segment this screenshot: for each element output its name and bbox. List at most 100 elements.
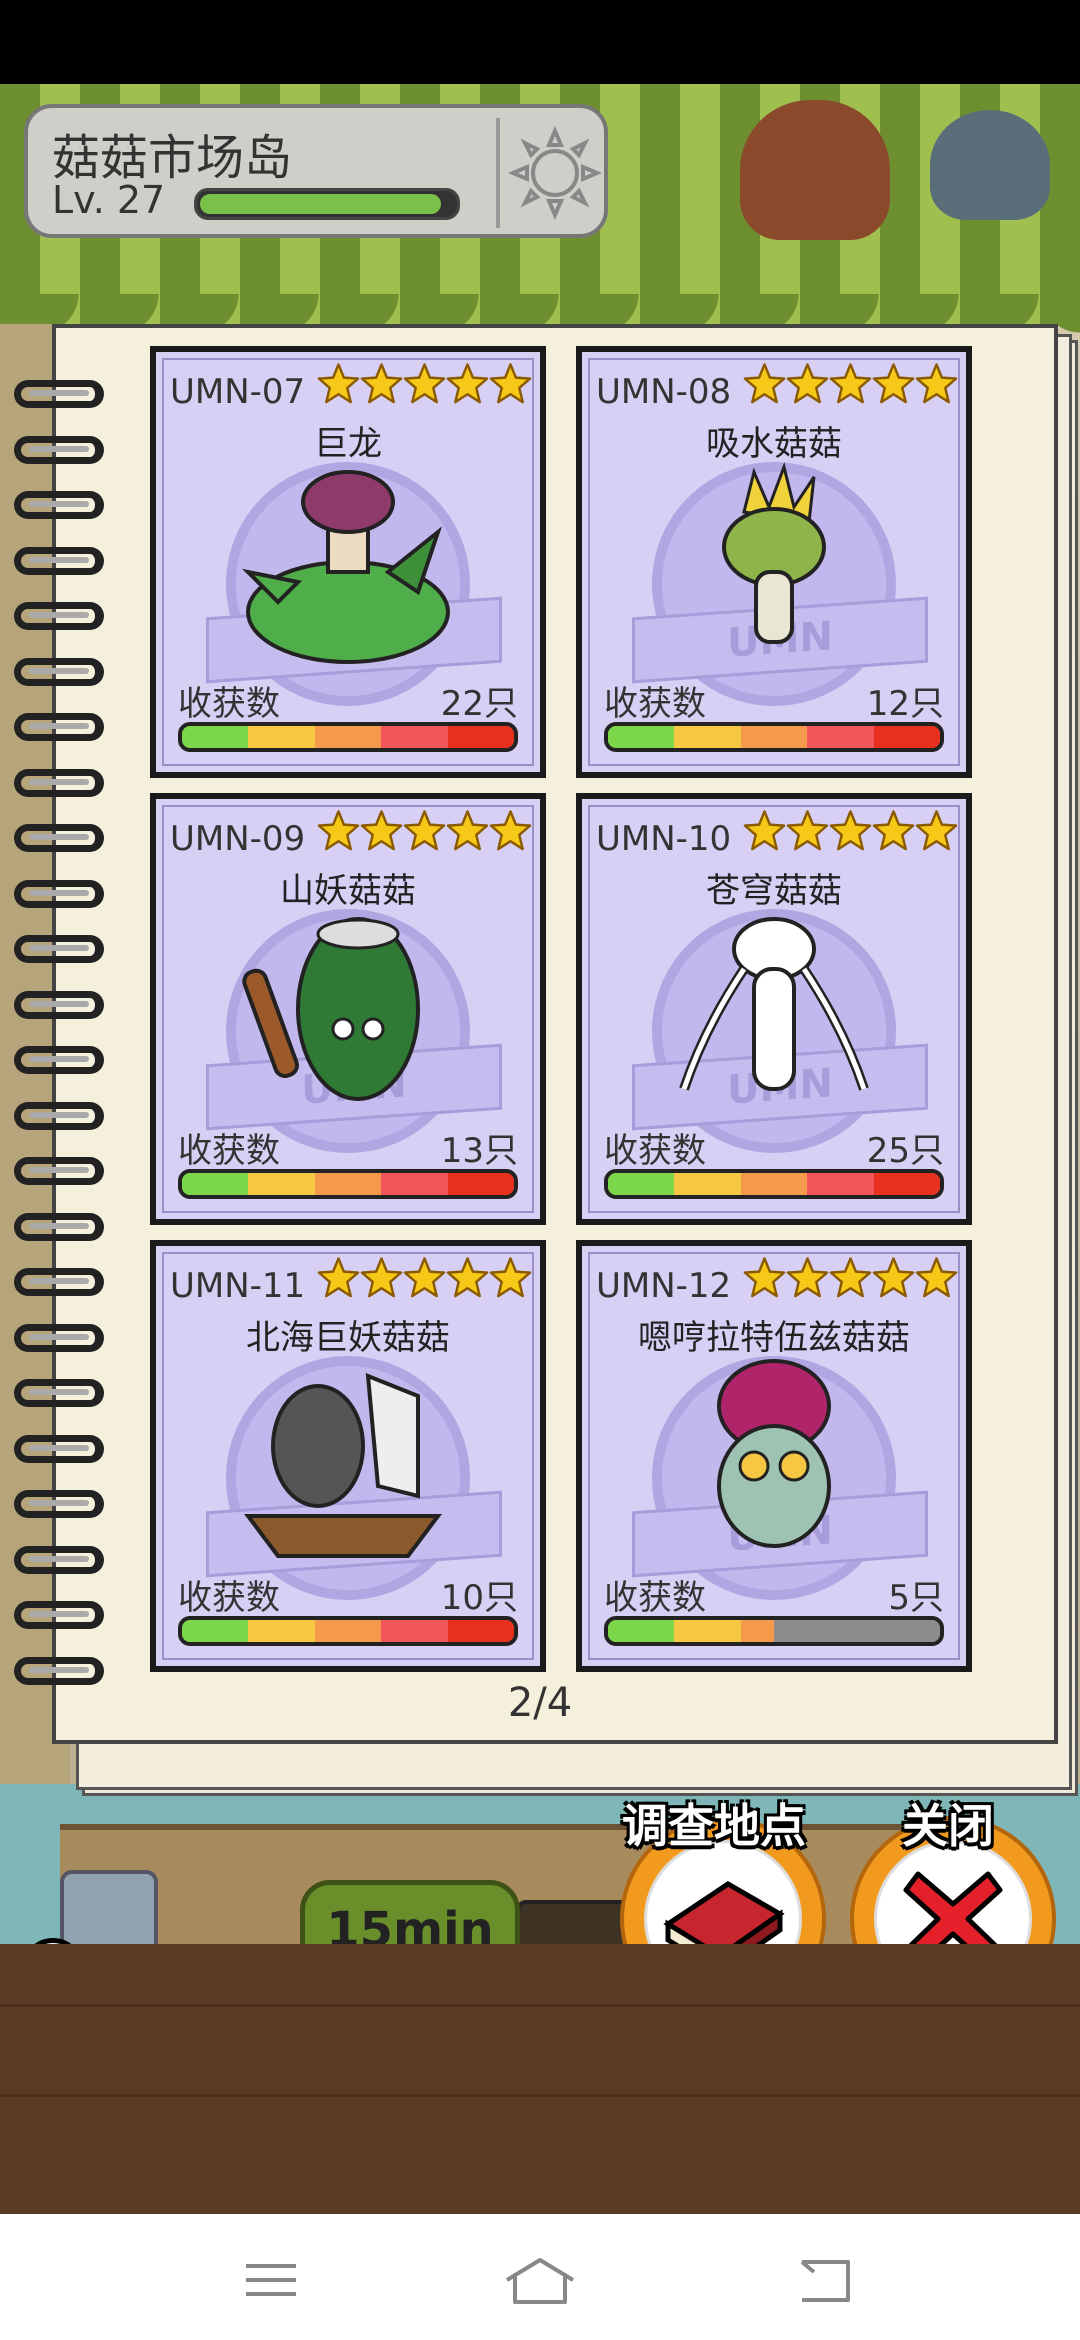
page-indicator: 2/4 [507, 1680, 573, 1726]
harvest-bar-segment [381, 1173, 448, 1195]
harvest-bar-segment [873, 726, 940, 748]
mushroom-card[interactable]: UMNUMN-08吸水菇菇收获数12只 [576, 346, 972, 778]
harvest-count: 22只 [440, 684, 518, 724]
harvest-bar-segment [381, 726, 448, 748]
star-icon [872, 1257, 915, 1298]
spiral-ring [14, 380, 104, 408]
mushroom-card[interactable]: UMNUMN-12嗯哼拉特伍兹菇菇收获数5只 [576, 1240, 972, 1672]
mushroom-card[interactable]: UMNUMN-10苍穹菇菇收获数25只 [576, 793, 972, 1225]
star-icon [360, 363, 403, 404]
harvest-progress-bar [178, 1169, 518, 1199]
star-icon [786, 363, 829, 404]
harvest-count: 13只 [440, 1131, 518, 1171]
star-icon [317, 363, 360, 404]
harvest-bar-segment [807, 1173, 874, 1195]
mushroom-illustration [156, 1346, 540, 1586]
spiral-ring [14, 546, 104, 575]
harvest-bar-segment [447, 1173, 514, 1195]
mushroom-card[interactable]: UMNUMN-07巨龙收获数22只 [150, 346, 546, 778]
harvest-bar-segment [674, 726, 741, 748]
harvest-bar-segment [447, 726, 514, 748]
mushroom-name: 山妖菇菇 [280, 871, 416, 911]
star-icon [786, 810, 829, 851]
spiral-ring [14, 1434, 104, 1463]
back-icon[interactable] [778, 2250, 868, 2310]
harvest-label: 收获数 [604, 684, 706, 724]
knight-character[interactable] [930, 110, 1050, 220]
home-icon[interactable] [495, 2250, 585, 2310]
rarity-stars [317, 1256, 532, 1300]
system-nav-bar [0, 2214, 1080, 2340]
star-icon [446, 363, 489, 404]
spiral-ring [14, 879, 104, 908]
rarity-stars [743, 362, 958, 406]
spiral-ring [14, 1268, 104, 1296]
harvest-progress-bar [604, 1169, 944, 1199]
star-icon [743, 1257, 786, 1298]
harvest-bar-segment [381, 1620, 448, 1642]
harvest-bar-segment [807, 1620, 874, 1642]
rarity-stars [743, 1256, 958, 1300]
star-icon [489, 1257, 532, 1298]
harvest-progress-bar [604, 1616, 944, 1646]
harvest-bar-segment [608, 1620, 675, 1642]
card-code: UMN-12 [596, 1266, 732, 1306]
harvest-label: 收获数 [178, 684, 280, 724]
star-icon [915, 363, 958, 404]
spiral-ring [14, 1323, 104, 1352]
harvest-label: 收获数 [178, 1578, 280, 1618]
mushroom-name: 巨龙 [314, 424, 382, 464]
spiral-ring [14, 1046, 104, 1074]
harvest-label: 收获数 [604, 1578, 706, 1618]
level-progress-bar [194, 188, 460, 220]
spiral-ring [14, 602, 104, 630]
star-icon [317, 810, 360, 851]
harvest-count: 25只 [866, 1131, 944, 1171]
rarity-stars [317, 809, 532, 853]
star-icon [489, 810, 532, 851]
harvest-label: 收获数 [178, 1131, 280, 1171]
menu-icon[interactable] [226, 2250, 316, 2310]
spiral-ring [14, 491, 104, 519]
star-icon [743, 363, 786, 404]
card-code: UMN-07 [170, 372, 306, 412]
mushroom-card[interactable]: UMNUMN-11北海巨妖菇菇收获数10只 [150, 1240, 546, 1672]
harvest-bar-segment [182, 1620, 249, 1642]
star-icon [446, 1257, 489, 1298]
harvest-bar-segment [182, 1173, 249, 1195]
level-progress-fill [200, 194, 441, 214]
harvest-bar-segment [608, 726, 675, 748]
weather-button[interactable] [496, 118, 610, 228]
harvest-bar-segment [608, 1173, 675, 1195]
card-code: UMN-10 [596, 819, 732, 859]
mushroom-name: 北海巨妖菇菇 [246, 1318, 450, 1358]
spiral-ring [14, 713, 104, 741]
spiral-ring [14, 824, 104, 852]
harvest-bar-segment [314, 1620, 382, 1642]
star-icon [829, 1257, 872, 1298]
investigate-label: 调查地点 [622, 1799, 806, 1853]
mushroom-name: 嗯哼拉特伍兹菇菇 [638, 1318, 910, 1358]
harvest-bar-segment [674, 1173, 741, 1195]
star-icon [829, 363, 872, 404]
harvest-progress-bar [178, 722, 518, 752]
spiral-ring [14, 1212, 104, 1241]
harvest-progress-bar [178, 1616, 518, 1646]
star-icon [915, 1257, 958, 1298]
harvest-bar-segment [740, 1620, 808, 1642]
star-icon [403, 810, 446, 851]
harvest-bar-segment [447, 1620, 514, 1642]
mushroom-card[interactable]: UMNUMN-09山妖菇菇收获数13只 [150, 793, 546, 1225]
rarity-stars [743, 809, 958, 853]
spiral-ring [14, 1379, 104, 1407]
star-icon [872, 363, 915, 404]
star-icon [829, 810, 872, 851]
notebook-spiral [14, 380, 108, 1720]
mushroom-illustration [156, 899, 540, 1139]
spiral-ring [14, 1157, 104, 1185]
spiral-ring [14, 990, 104, 1019]
merchant-character[interactable] [740, 100, 890, 240]
mushroom-illustration [582, 1346, 966, 1586]
harvest-label: 收获数 [604, 1131, 706, 1171]
spiral-ring [14, 1490, 104, 1518]
